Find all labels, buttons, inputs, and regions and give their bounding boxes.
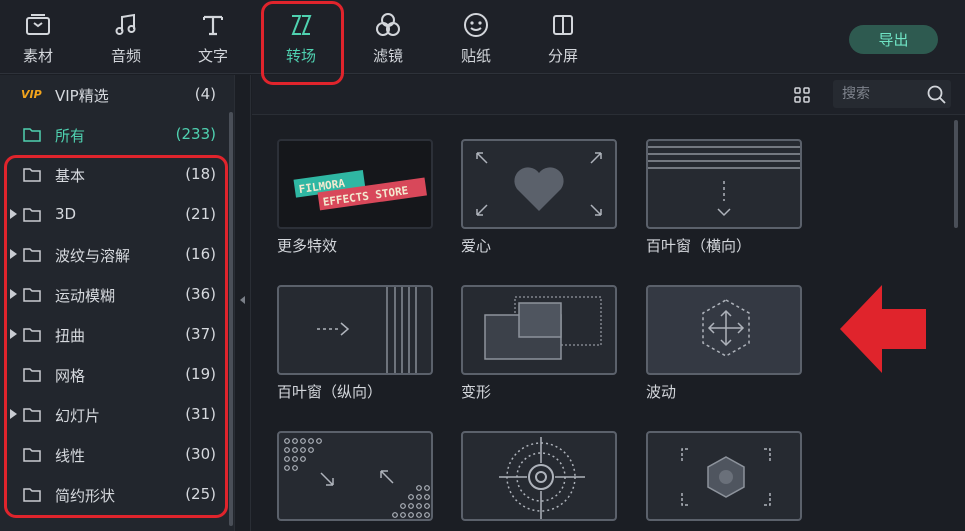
folder-icon bbox=[23, 288, 41, 302]
sidebar-item-count: (233) bbox=[175, 125, 216, 143]
sidebar-item-label: 线性 bbox=[55, 447, 86, 465]
filter-icon bbox=[373, 10, 403, 40]
sidebar-item-simple-shapes[interactable]: 简约形状 (25) bbox=[0, 475, 228, 515]
tab-transitions[interactable]: 转场 bbox=[266, 0, 336, 74]
sidebar-item-label: 网格 bbox=[55, 367, 86, 385]
hexagon-transition-icon bbox=[646, 431, 802, 521]
tab-audio[interactable]: 音频 bbox=[91, 0, 161, 74]
filmora-transition-panel: 素材 音频 文字 转场 滤镜 贴纸 分屏 导出 VIP VIP精选 (4) 所有… bbox=[0, 0, 965, 531]
vertical-blinds-icon bbox=[277, 285, 433, 375]
tile-label: 波动 bbox=[646, 383, 677, 401]
expand-arrow-icon[interactable] bbox=[10, 329, 17, 339]
heart-transition-icon bbox=[461, 139, 617, 229]
folder-icon bbox=[23, 448, 41, 462]
annotation-arrow-icon bbox=[840, 285, 926, 373]
sidebar-item-slideshow[interactable]: 幻灯片 (31) bbox=[0, 395, 228, 435]
tab-label: 贴纸 bbox=[460, 47, 491, 65]
folder-icon bbox=[23, 408, 41, 422]
folder-icon bbox=[23, 368, 41, 382]
folder-icon bbox=[23, 248, 41, 262]
folder-icon bbox=[23, 128, 41, 142]
tab-filters[interactable]: 滤镜 bbox=[353, 0, 423, 74]
text-icon bbox=[198, 10, 228, 40]
tab-label: 分屏 bbox=[547, 47, 578, 65]
sidebar-scrollbar[interactable] bbox=[229, 112, 233, 526]
vip-badge: VIP bbox=[21, 88, 42, 101]
collapse-sidebar-icon[interactable] bbox=[240, 296, 245, 304]
horizontal-blinds-icon bbox=[646, 139, 802, 229]
tab-stickers[interactable]: 贴纸 bbox=[441, 0, 511, 74]
sidebar-item-label: 基本 bbox=[55, 167, 86, 185]
sidebar-item-label: 波纹与溶解 bbox=[55, 247, 131, 265]
wave-transition-icon bbox=[646, 285, 802, 375]
tile-label: 百叶窗（纵向） bbox=[277, 383, 383, 401]
sidebar-item-ripple-dissolve[interactable]: 波纹与溶解 (16) bbox=[0, 235, 228, 275]
tile-label: 百叶窗（横向） bbox=[646, 237, 752, 255]
sidebar-item-motion-blur[interactable]: 运动模糊 (36) bbox=[0, 275, 228, 315]
tile-label: 更多特效 bbox=[277, 237, 338, 255]
expand-arrow-icon[interactable] bbox=[10, 249, 17, 259]
music-icon bbox=[111, 10, 141, 40]
sidebar-item-linear[interactable]: 线性 (30) bbox=[0, 435, 228, 475]
tab-label: 素材 bbox=[22, 47, 53, 65]
split-screen-icon bbox=[548, 10, 578, 40]
tab-split-screen[interactable]: 分屏 bbox=[528, 0, 598, 74]
sidebar-item-count: (18) bbox=[185, 165, 216, 183]
sidebar-item-label: 扭曲 bbox=[55, 327, 86, 345]
category-sidebar: VIP VIP精选 (4) 所有 (233) 基本 (18) 3D (21) 波… bbox=[0, 75, 234, 531]
sidebar-item-label: 运动模糊 bbox=[55, 287, 116, 305]
folder-icon bbox=[23, 168, 41, 182]
sticker-icon bbox=[461, 10, 491, 40]
tab-media[interactable]: 素材 bbox=[3, 0, 73, 74]
sidebar-item-all[interactable]: 所有 (233) bbox=[0, 115, 228, 155]
sidebar-item-basic[interactable]: 基本 (18) bbox=[0, 155, 228, 195]
sidebar-item-count: (25) bbox=[185, 485, 216, 503]
folder-icon bbox=[23, 208, 41, 222]
sidebar-item-count: (31) bbox=[185, 405, 216, 423]
sidebar-item-label: 所有 bbox=[55, 127, 86, 145]
tab-label: 文字 bbox=[197, 47, 228, 65]
tile-label: 爱心 bbox=[461, 237, 492, 255]
folder-icon bbox=[23, 328, 41, 342]
sidebar-item-vip[interactable]: VIP VIP精选 (4) bbox=[0, 75, 228, 115]
sidebar-item-3d[interactable]: 3D (21) bbox=[0, 195, 228, 235]
sidebar-item-grid[interactable]: 网格 (19) bbox=[0, 355, 228, 395]
grid-view-icon[interactable] bbox=[793, 86, 811, 104]
effects-store-icon: FILMORA EFFECTS STORE bbox=[277, 139, 433, 229]
sidebar-item-count: (16) bbox=[185, 245, 216, 263]
sidebar-item-label: 幻灯片 bbox=[55, 407, 101, 425]
sidebar-item-count: (37) bbox=[185, 325, 216, 343]
media-icon bbox=[23, 10, 53, 40]
sidebar-item-label: VIP精选 bbox=[55, 87, 109, 105]
sidebar-item-count: (30) bbox=[185, 445, 216, 463]
sidebar-item-count: (19) bbox=[185, 365, 216, 383]
content-scrollbar[interactable] bbox=[954, 120, 958, 228]
sidebar-item-count: (36) bbox=[185, 285, 216, 303]
export-button[interactable]: 导出 bbox=[849, 25, 938, 54]
expand-arrow-icon[interactable] bbox=[10, 409, 17, 419]
tab-label: 转场 bbox=[285, 47, 316, 65]
search-icon[interactable] bbox=[927, 85, 946, 104]
sidebar-item-count: (21) bbox=[185, 205, 216, 223]
morph-transition-icon bbox=[461, 285, 617, 375]
top-toolbar: 素材 音频 文字 转场 滤镜 贴纸 分屏 导出 bbox=[0, 0, 965, 74]
tab-label: 音频 bbox=[110, 47, 141, 65]
sidebar-item-count: (4) bbox=[194, 85, 216, 103]
tile-label: 变形 bbox=[461, 383, 492, 401]
sidebar-item-label: 3D bbox=[55, 205, 77, 223]
dots-diagonal-transition-icon bbox=[277, 431, 433, 521]
tab-label: 滤镜 bbox=[372, 47, 403, 65]
expand-arrow-icon[interactable] bbox=[10, 289, 17, 299]
transition-icon bbox=[286, 10, 316, 40]
tab-text[interactable]: 文字 bbox=[178, 0, 248, 74]
expand-arrow-icon[interactable] bbox=[10, 209, 17, 219]
folder-icon bbox=[23, 488, 41, 502]
sidebar-item-label: 简约形状 bbox=[55, 487, 116, 505]
sidebar-item-distort[interactable]: 扭曲 (37) bbox=[0, 315, 228, 355]
radial-zoom-transition-icon bbox=[461, 431, 617, 521]
